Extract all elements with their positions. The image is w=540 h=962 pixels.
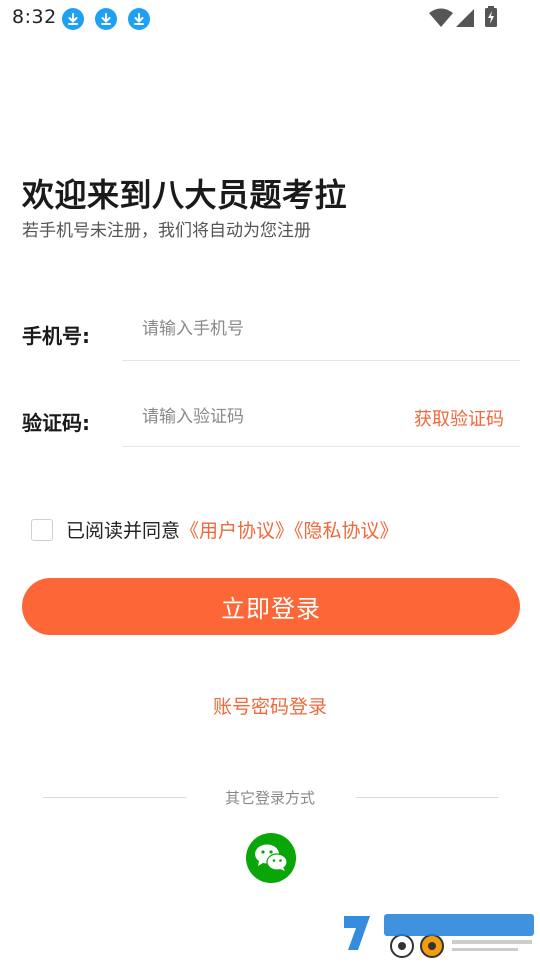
page-subtitle: 若手机号未注册，我们将自动为您注册 — [22, 221, 311, 241]
code-input[interactable] — [122, 397, 402, 437]
password-login-link[interactable]: 账号密码登录 — [0, 692, 540, 719]
phone-input[interactable] — [122, 309, 540, 349]
status-time: 8:32 — [12, 6, 57, 28]
agreement-checkbox[interactable] — [31, 519, 53, 541]
divider-right — [356, 797, 499, 798]
site-watermark-logo — [342, 908, 538, 958]
agreement-prefix: 已阅读并同意 — [66, 520, 181, 542]
page-title: 欢迎来到八大员题考拉 — [22, 176, 348, 214]
code-label: 验证码: — [22, 411, 90, 435]
signal-icon — [455, 8, 475, 32]
code-divider — [122, 446, 520, 447]
login-button[interactable]: 立即登录 — [22, 578, 520, 635]
wechat-icon — [255, 844, 288, 871]
phone-divider — [122, 360, 520, 361]
download-icon — [95, 8, 117, 30]
battery-icon — [484, 6, 498, 32]
agreement-text: 已阅读并同意《用户协议》《隐私协议》 — [66, 516, 399, 543]
wifi-icon — [428, 8, 454, 32]
phone-label: 手机号: — [22, 324, 90, 348]
user-agreement-link[interactable]: 《用户协议》 — [180, 520, 294, 542]
privacy-policy-link[interactable]: 《隐私协议》 — [294, 520, 399, 542]
get-code-button[interactable]: 获取验证码 — [414, 405, 504, 431]
download-icon — [62, 8, 84, 30]
download-icon — [128, 8, 150, 30]
wechat-login-button[interactable] — [246, 833, 296, 883]
